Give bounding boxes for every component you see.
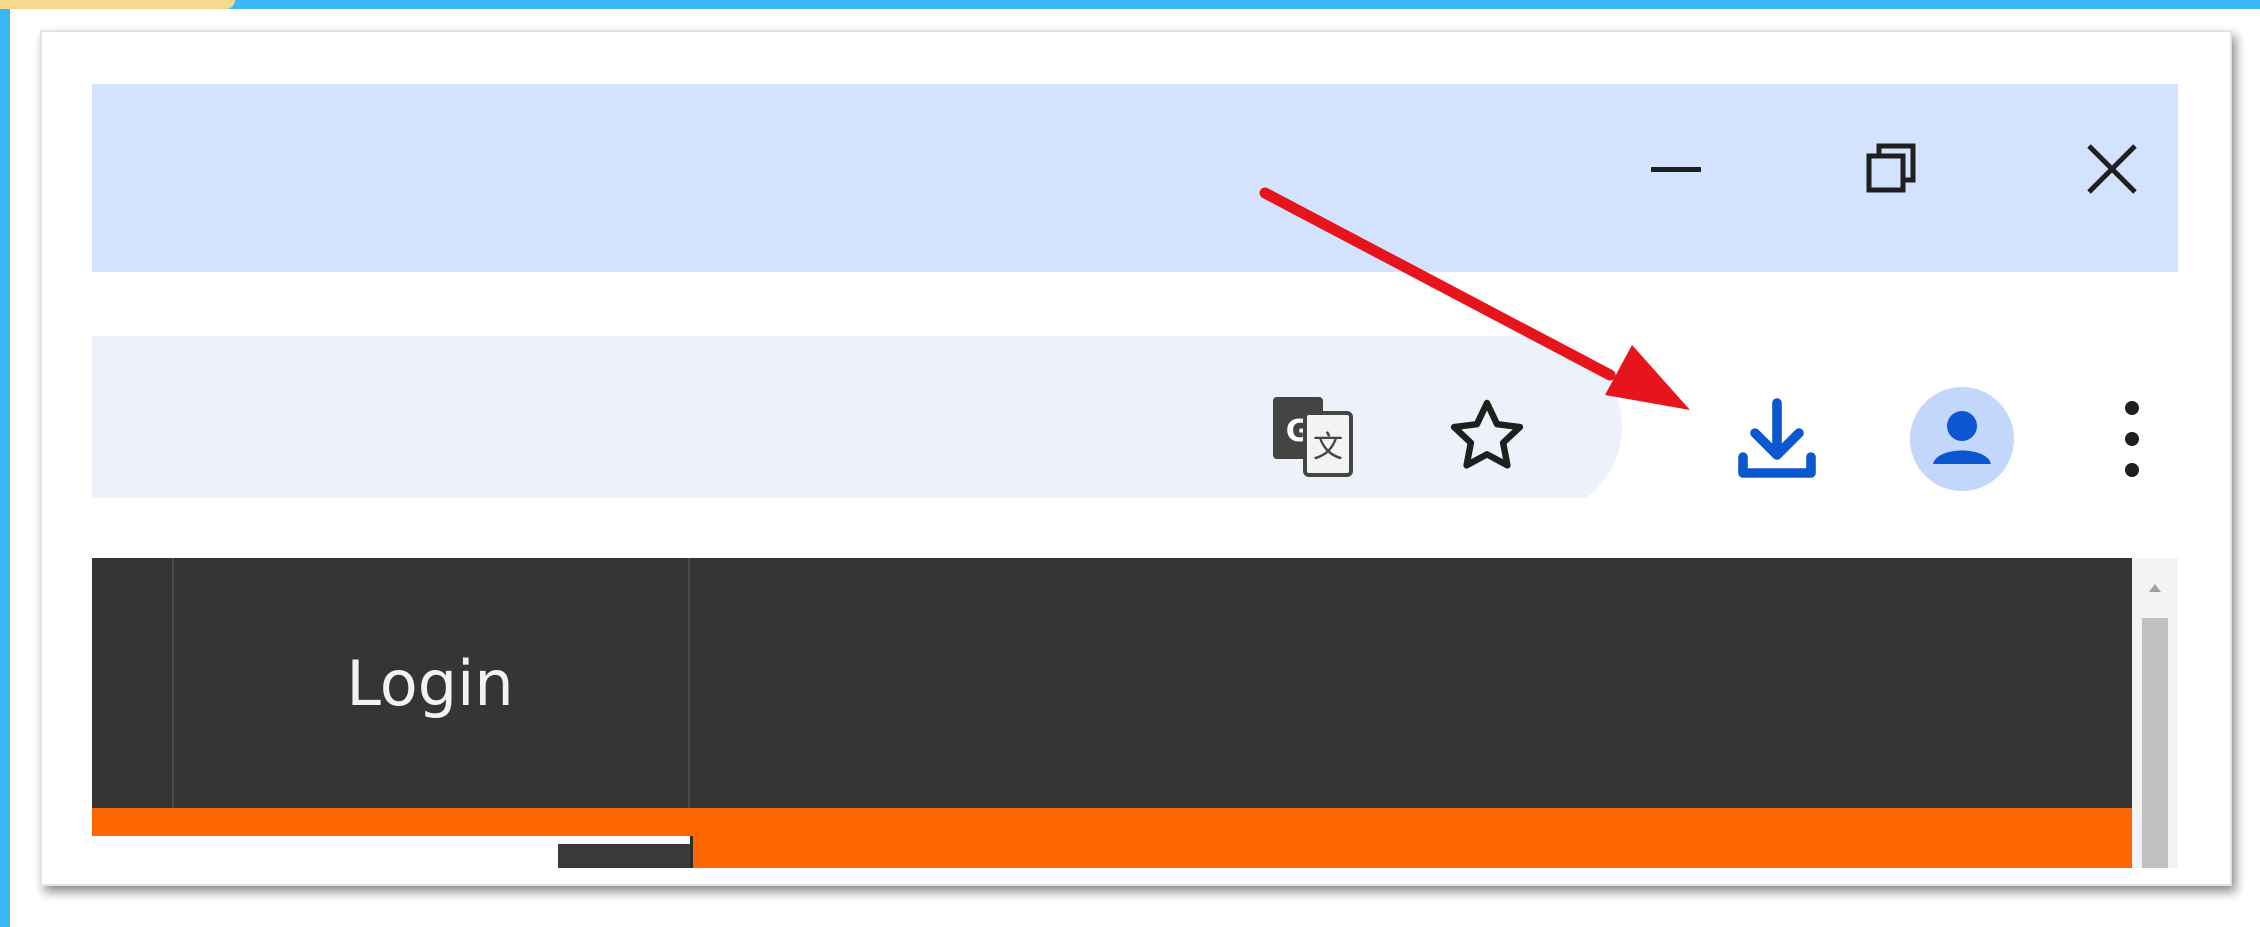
download-button[interactable] <box>1712 374 1842 504</box>
profile-button[interactable] <box>1897 374 2027 504</box>
close-icon <box>2087 144 2137 194</box>
star-icon <box>1450 399 1524 469</box>
download-icon <box>1738 398 1816 478</box>
restore-button[interactable] <box>1832 114 1952 224</box>
more-vertical-icon <box>2125 401 2139 477</box>
translate-button[interactable]: G 文 <box>1262 386 1362 486</box>
svg-text:文: 文 <box>1313 430 1343 465</box>
scroll-up-icon <box>2149 584 2161 592</box>
site-navbar: Login <box>92 558 2132 808</box>
minimize-button[interactable] <box>1616 114 1736 224</box>
vertical-scrollbar[interactable] <box>2132 558 2178 868</box>
nav-login-link[interactable]: Login <box>174 558 686 808</box>
outer-frame-left <box>0 0 10 927</box>
dark-chip <box>558 844 690 868</box>
google-translate-icon: G 文 <box>1273 397 1353 477</box>
minimize-icon <box>1651 167 1701 172</box>
address-bar[interactable]: G 文 <box>92 336 1622 516</box>
tab-border <box>690 836 693 868</box>
browser-toolbar: G 文 <box>92 272 2178 516</box>
scroll-thumb[interactable] <box>2142 618 2168 868</box>
outer-frame-top <box>0 0 2260 9</box>
profile-avatar-icon <box>1910 387 2014 491</box>
menu-button[interactable] <box>2082 374 2182 504</box>
corner-tab <box>0 0 235 9</box>
page-content: Login <box>92 498 2178 868</box>
title-bar <box>92 84 2178 272</box>
scroll-up-button[interactable] <box>2144 568 2166 608</box>
nav-separator <box>688 558 690 808</box>
browser-screenshot: G 文 Login <box>40 30 2232 886</box>
close-button[interactable] <box>2052 114 2172 224</box>
bookmark-button[interactable] <box>1437 386 1537 486</box>
restore-icon <box>1866 143 1916 193</box>
